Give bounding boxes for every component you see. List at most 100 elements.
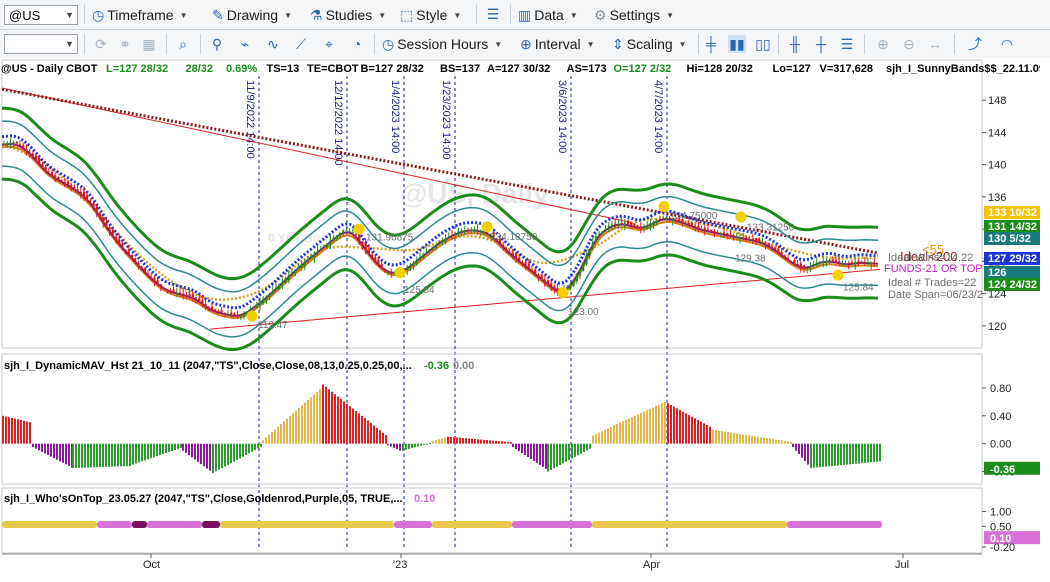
candle-body [223,313,226,315]
candlestick-icon[interactable]: ▮▮ [728,35,746,53]
histogram-bar [310,397,312,444]
candle-body [793,260,796,264]
candle-body [66,181,70,186]
histogram-bar [206,443,208,469]
chevron-down-icon[interactable]: ▼ [65,10,74,20]
refresh-icon[interactable]: ⟳ [92,35,110,53]
speedometer-icon[interactable]: ◠ [998,35,1016,53]
candle-body [623,222,626,225]
chevron-down-icon[interactable]: ▼ [65,39,74,49]
histogram-bar [477,439,479,444]
histogram-bar [2,415,4,444]
histogram-bar [858,443,860,464]
crosshair-icon[interactable]: ⌖ [320,35,338,53]
histogram-bar [47,443,49,455]
histogram-bar [78,443,80,468]
analysis-icon[interactable]: ⚲ [208,35,226,53]
interval-button[interactable]: ⊕ Interval ▼ [520,33,595,55]
link-icon[interactable]: ⚭ [116,35,134,53]
pivot-marker [246,310,258,322]
histogram-bar [468,438,470,444]
candle-body [57,177,60,180]
ohlc-icon[interactable]: ╫ [786,35,804,53]
histogram-bar [108,443,110,467]
studies-label: Studies [325,7,373,23]
plot-icon[interactable]: ◔ [348,35,366,53]
drawing-button[interactable]: ✎ Drawing ▼ [212,4,292,26]
histogram-bar [733,433,735,444]
chart-icon[interactable]: ▦ [140,35,158,53]
zoom-in-icon[interactable]: ⊕ [874,35,892,53]
histogram-bar [11,417,13,444]
zoom-chart-icon[interactable]: ⌕ [174,35,192,53]
histogram-bar [387,443,389,446]
candle-body [76,189,79,191]
studies-button[interactable]: ⚗ Studies ▼ [310,4,386,26]
histogram-bar [709,426,711,444]
candle-body [262,299,265,304]
histogram-bar [188,443,190,456]
candle-body [822,261,825,263]
scaling-button[interactable]: ⇕ Scaling ▼ [612,33,687,55]
histogram-bar [822,443,824,467]
candle-body [418,257,422,261]
candle-body [543,279,546,282]
histogram-bar [17,419,19,444]
histogram-bar [685,413,687,444]
zoom-out-icon[interactable]: ⊖ [900,35,918,53]
session-hours-button[interactable]: ◷ Session Hours ▼ [382,33,502,55]
indicator-icon[interactable]: ⌁ [236,35,254,53]
candle-body [60,179,63,182]
hollow-candle-icon[interactable]: ▯▯ [754,35,772,53]
histogram-bar [138,443,140,463]
histogram-bar [390,443,392,447]
histogram-bar [426,443,428,445]
pan-icon[interactable]: ↔ [926,35,944,53]
chart-watermark-subtitle: 0 Yr T-Bond [268,231,335,245]
data-button[interactable]: ▥ Data ▼ [518,4,578,26]
bar-chart-icon[interactable]: ╪ [702,35,720,53]
candle-body [374,257,377,262]
header-stat: L=127 28/32 [106,63,168,75]
settings-button[interactable]: ⚙ Settings ▼ [594,4,674,26]
layout-icon[interactable]: ☰ [484,5,502,23]
header-stat: 28/32 [186,63,214,75]
candle-body [831,259,834,261]
header-stat: O=127 2/32 [614,63,672,75]
candle-body [18,144,22,146]
header-stat: 0.69% [226,63,257,75]
candle-body [620,222,623,224]
histogram-bar [65,443,67,465]
wave-icon[interactable]: ∿ [264,35,282,53]
candle-body [841,263,844,265]
histogram-bar [221,443,223,469]
chevron-down-icon: ▼ [378,10,387,20]
candle-body [719,233,722,235]
add-chart-icon[interactable]: ⤴ [966,35,984,53]
candle-body [684,223,687,225]
histogram-bar [417,443,419,447]
histogram-bar [32,443,34,448]
wot-segment [394,521,432,528]
histogram-bar [280,424,282,444]
style-button[interactable]: ⬚ Style ▼ [400,4,461,26]
study-combobox[interactable]: ▼ [4,34,78,54]
candle-body [194,297,198,299]
histogram-bar [111,443,113,467]
candle-body [809,265,812,268]
histogram-bar [619,422,621,444]
histogram-bar [343,401,345,444]
hlc-icon[interactable]: ┼ [812,35,830,53]
chart-workspace[interactable]: @US - Daily CBOT L=127 28/32 28/32 0.69% TS… [0,58,1050,582]
header-stat: Lo=127 [773,63,811,75]
trend-icon[interactable]: ⟋ [292,35,310,53]
symbol-combobox[interactable]: @US ▼ [4,5,78,25]
candle-body [658,218,662,220]
histogram-bar [504,441,506,444]
histogram-bar [41,443,43,452]
wot-tick-label: 1.00 [990,506,1011,518]
panel-icon[interactable]: ☰ [838,35,856,53]
histogram-bar [75,443,77,468]
histogram-bar [274,429,276,444]
timeframe-button[interactable]: ◷ Timeframe ▼ [92,4,188,26]
